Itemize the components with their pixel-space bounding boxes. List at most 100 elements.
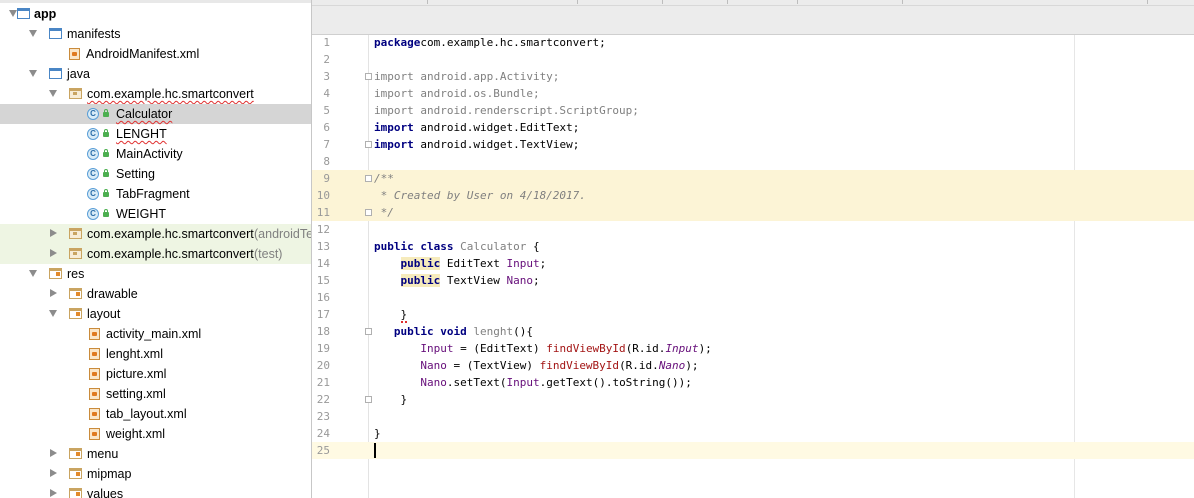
code-line[interactable]: 6 import android.widget.EditText; bbox=[312, 119, 1194, 136]
tree-item[interactable]: C TabFragment bbox=[0, 184, 311, 204]
tree-item[interactable]: AndroidManifest.xml bbox=[0, 44, 311, 64]
code-line[interactable]: 13 public class Calculator { bbox=[312, 238, 1194, 255]
tree-item[interactable]: com.example.hc.smartconvert (androidTest… bbox=[0, 224, 311, 244]
code-line[interactable]: 19 Input = (EditText) findViewById(R.id.… bbox=[312, 340, 1194, 357]
fold-toggle-icon[interactable] bbox=[365, 73, 372, 80]
tree-item-label: com.example.hc.smartconvert bbox=[87, 247, 254, 261]
code-token: EditText bbox=[440, 257, 507, 270]
code-line[interactable]: 9 /** bbox=[312, 170, 1194, 187]
code-token: public class bbox=[374, 240, 461, 253]
tree-item[interactable]: C MainActivity bbox=[0, 144, 311, 164]
editor-tab-bar bbox=[312, 0, 1194, 35]
code-token: Calculator bbox=[460, 240, 527, 253]
tree-item-label: activity_main.xml bbox=[106, 327, 202, 341]
line-number: 24 bbox=[316, 427, 330, 440]
tree-item[interactable]: values bbox=[0, 484, 311, 498]
tree-item[interactable]: activity_main.xml bbox=[0, 324, 311, 344]
fold-toggle-icon[interactable] bbox=[365, 328, 372, 335]
lock-icon bbox=[103, 209, 109, 217]
tree-item[interactable]: C Setting bbox=[0, 164, 311, 184]
collapse-arrow-icon[interactable] bbox=[50, 469, 57, 477]
tree-item[interactable]: com.example.hc.smartconvert (test) bbox=[0, 244, 311, 264]
code-line[interactable]: 2 bbox=[312, 51, 1194, 68]
tree-item-label: weight.xml bbox=[106, 427, 166, 441]
tree-item[interactable]: C Calculator bbox=[0, 104, 311, 124]
collapse-arrow-icon[interactable] bbox=[50, 449, 57, 457]
tree-item[interactable]: weight.xml bbox=[0, 424, 311, 444]
code-line[interactable]: 4 import android.os.Bundle; bbox=[312, 85, 1194, 102]
tree-item[interactable]: C WEIGHT bbox=[0, 204, 311, 224]
fold-toggle-icon[interactable] bbox=[365, 396, 372, 403]
code-line[interactable]: 22 } bbox=[312, 391, 1194, 408]
code-line[interactable]: 11 */ bbox=[312, 204, 1194, 221]
line-number: 17 bbox=[316, 308, 330, 321]
code-line[interactable]: 10 * Created by User on 4/18/2017. bbox=[312, 187, 1194, 204]
code-line[interactable]: 18 public void lenght(){ bbox=[312, 323, 1194, 340]
res-folder-icon bbox=[69, 308, 82, 319]
code-line[interactable]: 7 import android.widget.TextView; bbox=[312, 136, 1194, 153]
collapse-arrow-icon[interactable] bbox=[50, 289, 57, 297]
code-line[interactable]: 16 bbox=[312, 289, 1194, 306]
tree-item-label: LENGHT bbox=[116, 127, 167, 141]
lock-icon bbox=[103, 189, 109, 197]
tree-item[interactable]: tab_layout.xml bbox=[0, 404, 311, 424]
code-line[interactable]: 8 bbox=[312, 153, 1194, 170]
code-line[interactable]: 3 import android.app.Activity; bbox=[312, 68, 1194, 85]
code-line[interactable]: 23 bbox=[312, 408, 1194, 425]
tree-item-label: Calculator bbox=[116, 107, 173, 121]
tree-item[interactable]: com.example.hc.smartconvert bbox=[0, 84, 311, 104]
expand-arrow-icon[interactable] bbox=[29, 70, 37, 77]
code-line[interactable]: 14 public EditText Input; bbox=[312, 255, 1194, 272]
tree-item[interactable]: res bbox=[0, 264, 311, 284]
collapse-arrow-icon[interactable] bbox=[50, 249, 57, 257]
code-text: public class Calculator { bbox=[374, 238, 540, 255]
code-text: } bbox=[374, 306, 408, 323]
collapse-arrow-icon[interactable] bbox=[50, 229, 57, 237]
code-line[interactable]: 21 Nano.setText(Input.getText().toString… bbox=[312, 374, 1194, 391]
tree-item-label: drawable bbox=[87, 287, 138, 301]
collapse-arrow-icon[interactable] bbox=[50, 489, 57, 497]
code-token: TextView bbox=[440, 274, 507, 287]
tree-item[interactable]: setting.xml bbox=[0, 384, 311, 404]
res-folder-icon bbox=[49, 268, 62, 279]
expand-arrow-icon[interactable] bbox=[29, 30, 37, 37]
tree-item[interactable]: mipmap bbox=[0, 464, 311, 484]
expand-arrow-icon[interactable] bbox=[49, 310, 57, 317]
tree-item[interactable]: lenght.xml bbox=[0, 344, 311, 364]
fold-toggle-icon[interactable] bbox=[365, 175, 372, 182]
tree-item[interactable]: menu bbox=[0, 444, 311, 464]
tree-item[interactable]: layout bbox=[0, 304, 311, 324]
tab-separator bbox=[797, 0, 798, 4]
tree-item[interactable]: java bbox=[0, 64, 311, 84]
expand-arrow-icon[interactable] bbox=[9, 10, 17, 17]
code-line[interactable]: 24} bbox=[312, 425, 1194, 442]
code-line[interactable]: 5 import android.renderscript.ScriptGroup… bbox=[312, 102, 1194, 119]
tree-item[interactable]: C LENGHT bbox=[0, 124, 311, 144]
code-line[interactable]: 1 packagecom.example.hc.smartconvert; bbox=[312, 34, 1194, 51]
tree-item[interactable]: picture.xml bbox=[0, 364, 311, 384]
expand-arrow-icon[interactable] bbox=[49, 90, 57, 97]
code-line[interactable]: 17 } bbox=[312, 306, 1194, 323]
lock-icon bbox=[103, 169, 109, 177]
code-line[interactable]: 12 bbox=[312, 221, 1194, 238]
code-line[interactable]: 15 public TextView Nano; bbox=[312, 272, 1194, 289]
tree-item-label: WEIGHT bbox=[116, 207, 166, 221]
class-icon: C bbox=[87, 128, 99, 140]
tree-item[interactable]: app bbox=[0, 4, 311, 24]
folder-icon bbox=[49, 28, 62, 39]
code-token: Input bbox=[420, 342, 454, 355]
code-text: Nano.setText(Input.getText().toString())… bbox=[374, 374, 692, 391]
package-icon bbox=[69, 88, 82, 99]
fold-toggle-icon[interactable] bbox=[365, 209, 372, 216]
folder-icon bbox=[49, 68, 62, 79]
tree-item-label: MainActivity bbox=[116, 147, 183, 161]
code-line[interactable]: 20 Nano = (TextView) findViewById(R.id.N… bbox=[312, 357, 1194, 374]
expand-arrow-icon[interactable] bbox=[29, 270, 37, 277]
code-editor[interactable]: 1 packagecom.example.hc.smartconvert; 2 3 im… bbox=[312, 0, 1194, 498]
tree-item[interactable]: drawable bbox=[0, 284, 311, 304]
code-line[interactable]: 25 bbox=[312, 442, 1194, 459]
fold-toggle-icon[interactable] bbox=[365, 141, 372, 148]
tree-item[interactable]: manifests bbox=[0, 24, 311, 44]
